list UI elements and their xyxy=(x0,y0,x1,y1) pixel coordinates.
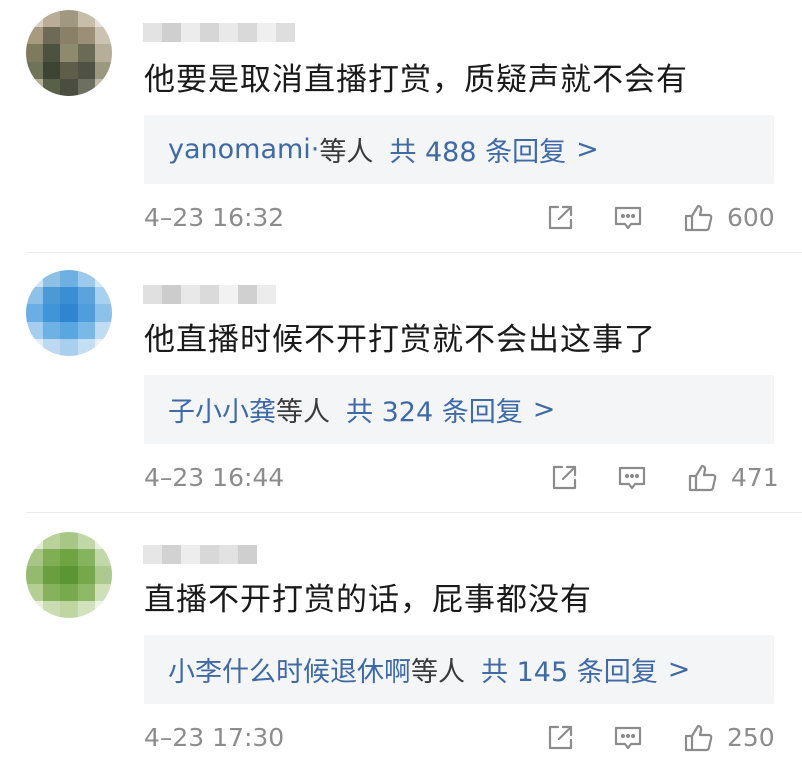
reply-names[interactable]: 小李什么时候退休啊 xyxy=(168,650,411,689)
comment-feed: 他要是取消直播打赏，质疑声就不会有 yanomami· 等人共 488 条回复 > … xyxy=(0,0,802,781)
chevron-right-icon[interactable]: > xyxy=(533,394,556,425)
comment-text: 他直播时候不开打赏就不会出这事了 xyxy=(144,322,656,358)
replies-summary[interactable]: 小李什么时候退休啊 等人共 145 条回复 > xyxy=(144,635,774,704)
chevron-right-icon[interactable]: > xyxy=(576,134,599,165)
username-blurred[interactable] xyxy=(143,276,276,312)
comment-text: 直播不开打赏的话，屁事都没有 xyxy=(144,582,592,618)
like-count: 471 xyxy=(731,463,779,492)
reply-count[interactable]: 共 324 条回复 xyxy=(346,390,523,429)
divider xyxy=(26,252,802,253)
chevron-right-icon[interactable]: > xyxy=(668,654,691,685)
reply-names[interactable]: 子小小龚 xyxy=(168,390,276,429)
reply-suffix: 等人 xyxy=(411,657,465,688)
timestamp: 4–23 17:30 xyxy=(144,723,285,752)
reply-count[interactable]: 共 488 条回复 xyxy=(389,130,566,169)
reply-suffix: 等人 xyxy=(276,397,330,428)
comment-meta: 4–23 17:30 250 xyxy=(0,718,802,758)
share-icon[interactable] xyxy=(544,202,576,234)
replies-summary[interactable]: 子小小龚 等人共 324 条回复 > xyxy=(144,375,774,444)
comment-meta: 4–23 16:32 600 xyxy=(0,198,802,238)
avatar[interactable] xyxy=(26,532,112,618)
username-blurred[interactable] xyxy=(143,536,257,572)
like-count: 250 xyxy=(727,723,775,752)
thumbs-up-icon[interactable] xyxy=(686,462,718,494)
replies-summary[interactable]: yanomami· 等人共 488 条回复 > xyxy=(144,115,774,184)
reply-suffix: 等人 xyxy=(319,137,374,168)
timestamp: 4–23 16:32 xyxy=(144,203,285,232)
timestamp: 4–23 16:44 xyxy=(144,463,285,492)
avatar[interactable] xyxy=(26,10,112,96)
divider xyxy=(26,512,802,513)
like-count: 600 xyxy=(727,203,775,232)
thumbs-up-icon[interactable] xyxy=(682,202,714,234)
avatar[interactable] xyxy=(26,270,112,356)
username-blurred[interactable] xyxy=(143,14,295,50)
reply-count[interactable]: 共 145 条回复 xyxy=(481,650,658,689)
comment-text: 他要是取消直播打赏，质疑声就不会有 xyxy=(144,62,688,98)
reply-names[interactable]: yanomami· xyxy=(168,134,319,165)
comment-meta: 4–23 16:44 471 xyxy=(0,458,802,498)
share-icon[interactable] xyxy=(548,462,580,494)
comment-icon[interactable] xyxy=(612,202,644,234)
share-icon[interactable] xyxy=(544,722,576,754)
comment-icon[interactable] xyxy=(616,462,648,494)
comment-icon[interactable] xyxy=(612,722,644,754)
thumbs-up-icon[interactable] xyxy=(682,722,714,754)
